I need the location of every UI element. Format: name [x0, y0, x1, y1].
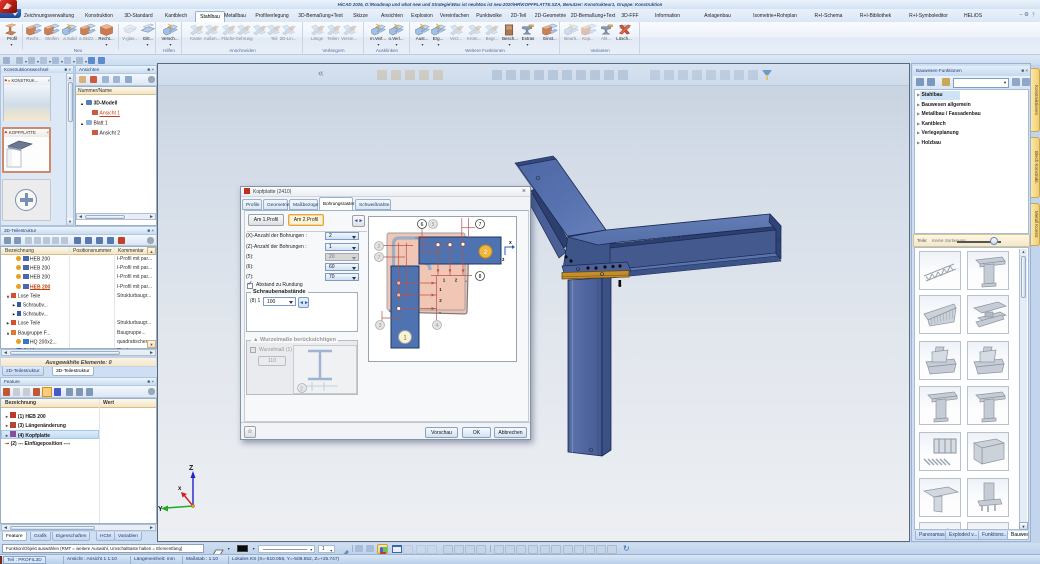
svg-text:..: ..: [439, 309, 442, 314]
svg-text:5: 5: [432, 222, 435, 228]
svg-text:x: x: [178, 486, 182, 492]
svg-text:7: 7: [378, 255, 381, 261]
svg-text:8: 8: [479, 274, 482, 280]
svg-text:Y: Y: [158, 506, 163, 513]
svg-text:7: 7: [479, 222, 482, 228]
svg-text:2: 2: [300, 387, 303, 393]
svg-text:x: x: [509, 240, 512, 246]
svg-text:6: 6: [421, 222, 424, 228]
svg-text:2: 2: [378, 244, 381, 250]
svg-text:z: z: [502, 257, 505, 263]
svg-text:..: ..: [465, 278, 468, 283]
svg-text:3: 3: [379, 323, 382, 329]
svg-text:Z: Z: [189, 465, 194, 472]
svg-text:4: 4: [436, 323, 439, 329]
